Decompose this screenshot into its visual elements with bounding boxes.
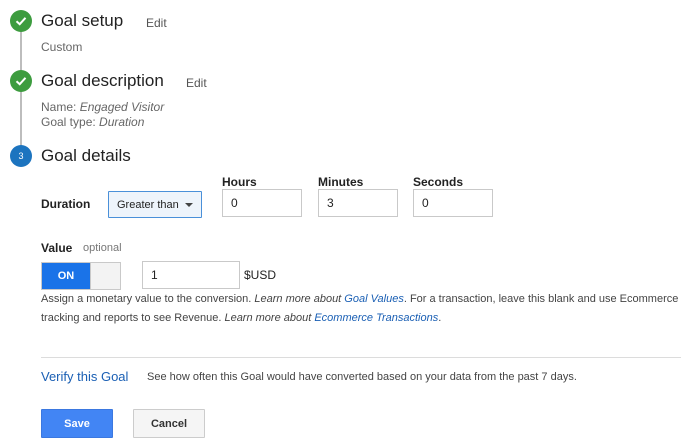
step-title-goal-setup: Goal setup [41,11,124,30]
goal-name-value: Engaged Visitor [79,100,165,114]
step-number-badge: 3 [10,145,32,167]
save-button[interactable]: Save [41,409,113,438]
step-complete-check-icon [10,10,32,32]
goal-type-line: Goal type: Duration [41,115,144,129]
ecommerce-transactions-link[interactable]: Ecommerce Transactions [314,312,438,324]
step-title-goal-details: Goal details [41,146,131,165]
goal-setup-summary: Custom [41,40,83,54]
goal-name-line: Name: Engaged Visitor [41,100,164,114]
seconds-label: Seconds [413,175,464,189]
dropdown-caret-icon [185,203,193,207]
verify-goal-description: See how often this Goal would have conve… [147,371,577,383]
value-optional-hint: optional [83,242,122,254]
value-help-text: tracking and reports to see Revenue. [41,312,225,324]
value-help-line-2: tracking and reports to see Revenue. Lea… [41,312,441,324]
value-toggle-knob [90,263,120,289]
minutes-input[interactable] [318,189,398,217]
duration-comparator-value: Greater than [117,198,179,211]
section-divider [41,357,681,358]
hours-label: Hours [222,175,257,189]
verify-goal-link[interactable]: Verify this Goal [41,369,128,384]
minutes-label: Minutes [318,175,364,189]
step-complete-check-icon [10,70,32,92]
value-toggle-on-label: ON [42,263,90,289]
value-help-learn-more: Learn more about [254,293,345,305]
duration-label: Duration [41,197,91,211]
step-title-goal-description: Goal description [41,71,164,90]
goal-type-label: Goal type: [41,115,96,129]
value-help-text-rest: . For a transaction, leave this blank an… [403,293,679,305]
value-help-line-1: Assign a monetary value to the conversio… [41,293,678,305]
hours-input[interactable] [222,189,302,217]
duration-comparator-select[interactable]: Greater than [108,191,202,218]
goal-name-label: Name: [41,100,77,114]
value-amount-input[interactable] [142,261,240,289]
goal-type-value: Duration [99,115,145,129]
value-toggle[interactable]: ON [41,262,121,290]
edit-goal-description-link[interactable]: Edit [186,76,207,90]
value-help-text: Assign a monetary value to the conversio… [41,293,255,305]
currency-label: $USD [244,268,277,282]
value-help-text-rest: . [438,312,442,324]
cancel-button[interactable]: Cancel [133,409,205,438]
step-progress-rail [20,22,22,164]
value-help-learn-more: Learn more about [224,312,315,324]
value-label: Value [41,241,73,255]
seconds-input[interactable] [413,189,493,217]
goal-values-link[interactable]: Goal Values [344,293,404,305]
edit-goal-setup-link[interactable]: Edit [146,16,167,30]
